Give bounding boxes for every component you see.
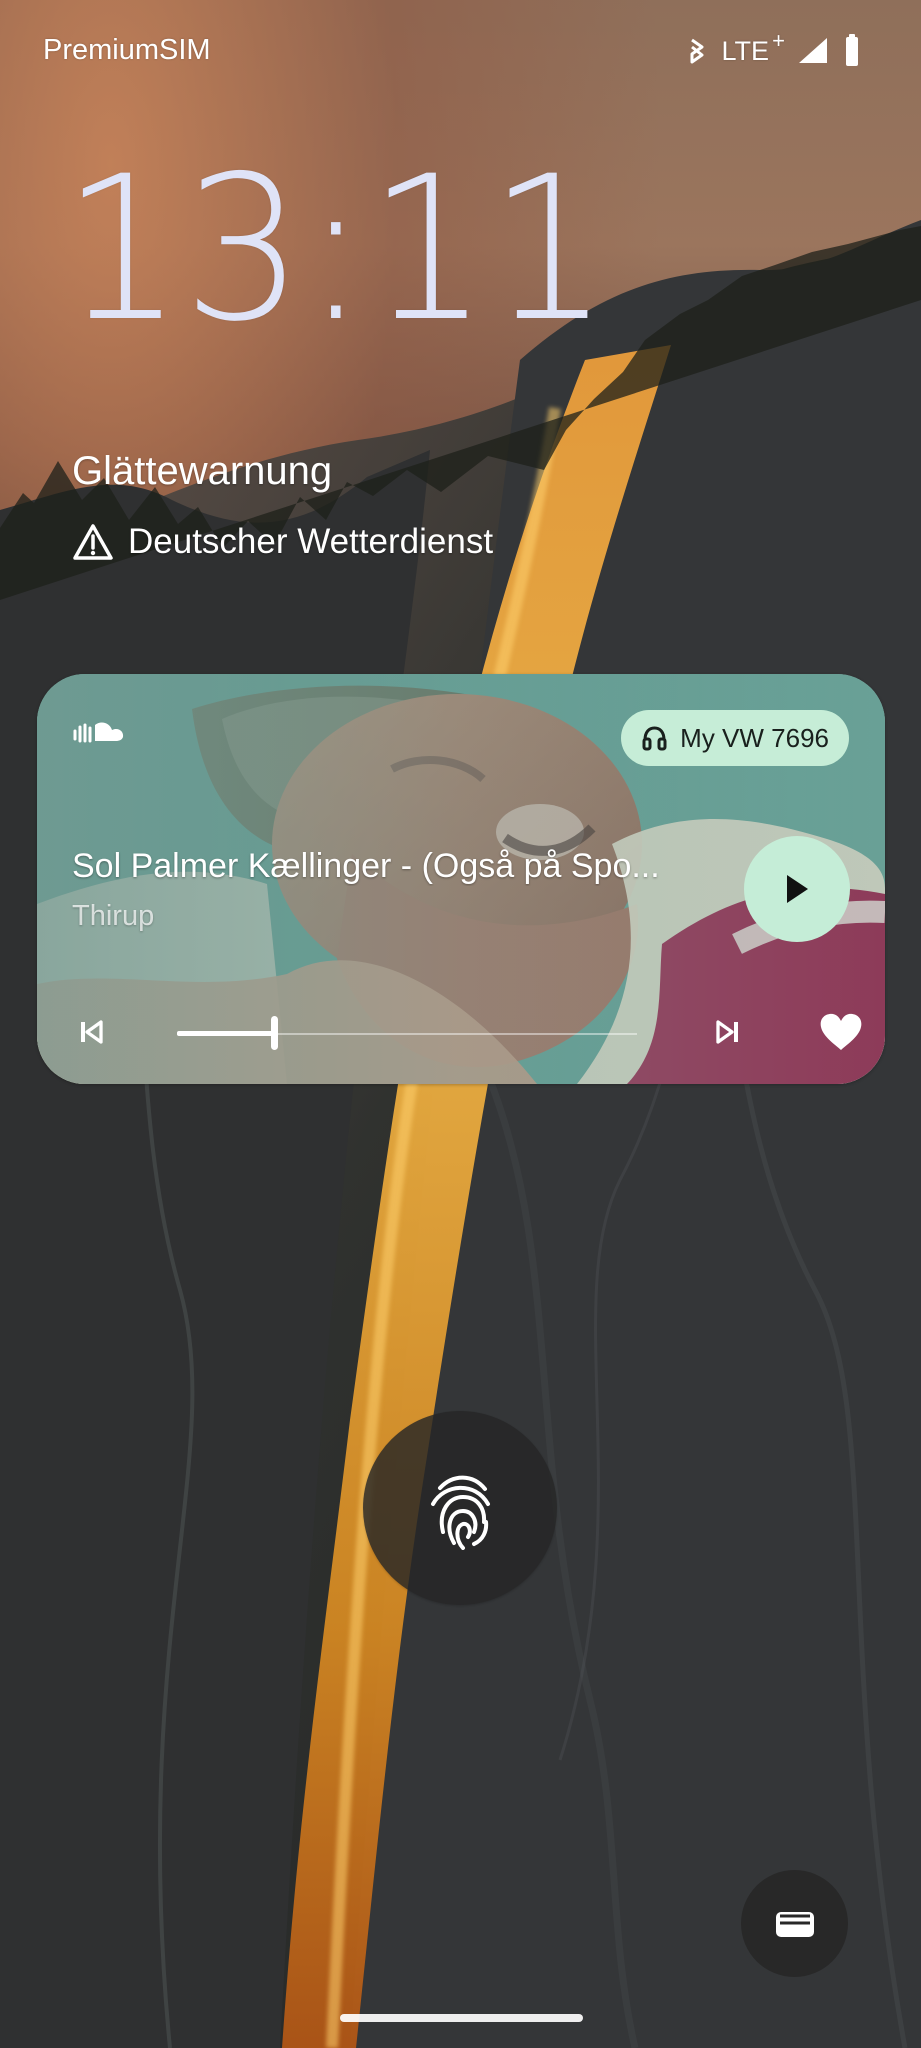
play-button[interactable] [744, 836, 850, 942]
carrier-label: PremiumSIM [43, 34, 211, 66]
fingerprint-icon [431, 1475, 490, 1550]
media-player-card[interactable]: My VW 7696 Sol Palmer Kællinger - (Også … [37, 674, 885, 1084]
track-title: Sol Palmer Kællinger - (Også på Spo... [72, 847, 660, 885]
track-artist: Thirup [72, 900, 155, 932]
lock-screen-time: 13:11 [62, 133, 610, 366]
skip-previous-icon [81, 1020, 103, 1044]
fingerprint-unlock-button[interactable] [363, 1411, 557, 1605]
seek-progress [177, 1031, 274, 1036]
wallet-button[interactable] [741, 1870, 848, 1977]
lock-screen: PremiumSIM LTE + 13:11 Glättewarnung Deut… [0, 0, 921, 2048]
weather-alert-title[interactable]: Glättewarnung [72, 446, 332, 496]
seek-thumb[interactable] [270, 1016, 278, 1050]
wallet-icon [775, 1911, 814, 1937]
signal-icon [799, 38, 827, 63]
weather-source-label: Deutscher Wetterdienst [128, 522, 494, 561]
skip-next-button[interactable] [700, 1004, 756, 1060]
bluetooth-icon [690, 38, 704, 64]
headphones-icon [642, 725, 667, 750]
skip-previous-button[interactable] [63, 1004, 119, 1060]
status-icons: LTE + [685, 27, 863, 68]
soundcloud-icon [73, 722, 124, 743]
status-bar: PremiumSIM LTE + [0, 0, 921, 100]
heart-icon [820, 1013, 862, 1050]
warning-icon [73, 524, 113, 560]
play-icon [787, 875, 808, 903]
skip-next-icon [716, 1020, 738, 1044]
battery-icon [846, 34, 858, 66]
favorite-button[interactable] [813, 1004, 869, 1060]
seek-bar[interactable] [177, 1016, 637, 1050]
output-device-chip[interactable]: My VW 7696 [621, 710, 849, 766]
output-device-label: My VW 7696 [680, 722, 829, 753]
weather-alert-source[interactable]: Deutscher Wetterdienst [72, 522, 493, 562]
network-type: LTE + [721, 27, 785, 66]
home-indicator[interactable] [340, 2014, 583, 2022]
